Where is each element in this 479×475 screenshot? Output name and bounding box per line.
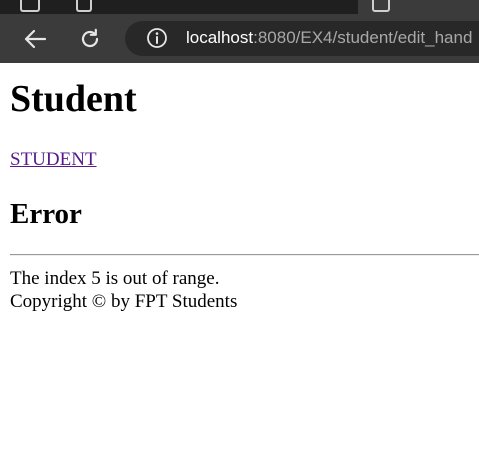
footer-copyright: Copyright © by FPT Students [10,291,238,312]
reload-icon[interactable] [78,27,102,51]
page-title: Student [10,78,137,120]
browser-tab-strip [0,0,479,14]
tab-active[interactable] [358,0,479,14]
divider [10,254,479,256]
back-arrow-icon[interactable] [22,27,48,51]
tab-icon[interactable] [76,0,92,12]
info-icon[interactable] [146,27,168,49]
error-heading: Error [10,198,82,230]
error-message: The index 5 is out of range. [10,268,220,289]
url-path: :8080/EX4/student/edit_hand [253,28,473,47]
tab-icon [372,0,390,12]
tab-icon[interactable] [20,0,40,12]
url-text[interactable]: localhost:8080/EX4/student/edit_hand [186,27,472,49]
address-bar[interactable]: localhost:8080/EX4/student/edit_hand [125,21,479,56]
browser-toolbar: localhost:8080/EX4/student/edit_hand [0,14,479,63]
student-link[interactable]: STUDENT [10,149,97,171]
url-host: localhost [186,28,254,47]
